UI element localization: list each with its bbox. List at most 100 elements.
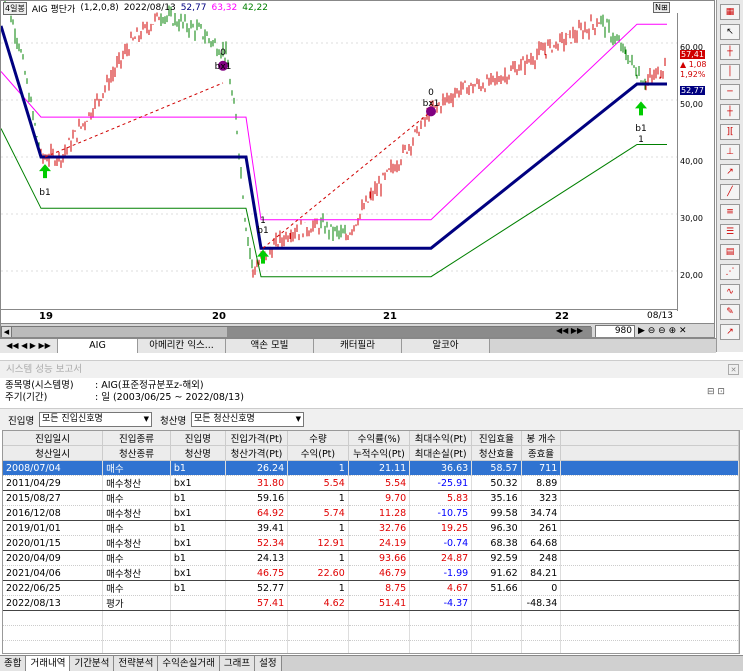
table-cell: 2020/04/09 — [3, 550, 104, 566]
chevron-down-icon: ▼ — [143, 415, 149, 423]
fan-icon[interactable]: ⋰ — [720, 264, 740, 280]
table-cell: 매수청산 — [102, 535, 171, 551]
signal-label: 1 — [638, 135, 644, 145]
report-tab[interactable]: 그래프 — [219, 656, 256, 671]
tab-nav-icons[interactable]: ◀◀ ◀ ▶ ▶▶ — [0, 339, 58, 353]
table-header-cell[interactable]: 진입효율 — [471, 431, 522, 446]
zoom-controls-icons[interactable]: ▶ ⊖ ⊖ ⊕ ✕ — [638, 326, 687, 336]
table-cell — [560, 640, 739, 653]
tab-aig[interactable]: AIG — [58, 339, 138, 353]
tab-caterpillar[interactable]: 캐터필라 — [314, 339, 402, 353]
trend-icon[interactable]: ↗ — [720, 164, 740, 180]
cross-line-icon[interactable]: ┼ — [720, 104, 740, 120]
hline-icon[interactable]: ─ — [720, 84, 740, 100]
zoom-input[interactable]: 980 — [595, 325, 635, 337]
table-row[interactable]: 2016/12/08 매수청산 bx1 64.92 5.74 11.28 -10.75 99.… — [3, 505, 739, 521]
table-row[interactable]: 2021/04/06 매수청산 bx1 46.75 22.60 46.79 -1.99 91.… — [3, 565, 739, 581]
table-cell: 2020/01/15 — [3, 535, 104, 551]
table-cell: 51.41 — [348, 595, 411, 611]
table-cell — [409, 640, 473, 653]
scroll-thumb[interactable] — [227, 327, 592, 337]
table-header-cell[interactable]: 최대수익(Pt) — [409, 431, 473, 446]
trade-table[interactable]: 진입일시 진입종류 진입명 진입가격(Pt) 수량 수익률(%) 최대수익(Pt) 진입효율 봉… — [2, 430, 740, 654]
chart-navigator-scrollbar[interactable]: ◀ — [1, 326, 592, 337]
table-header-cell[interactable]: 수익률(%) — [348, 431, 411, 446]
table-header-cell[interactable]: 청산가격(Pt) — [225, 445, 289, 461]
y-tick: 20,00 — [680, 271, 703, 280]
table-header-cell[interactable]: 진입명 — [170, 431, 226, 446]
fibo-icon[interactable]: ☰ — [720, 224, 740, 240]
table-header-cell[interactable]: 봉 개수 — [521, 431, 562, 446]
table-row[interactable]: 2011/04/29 매수청산 bx1 31.80 5.54 5.54 -25.91 50.3… — [3, 475, 739, 491]
table-cell — [3, 640, 104, 653]
report-tab[interactable]: 설정 — [255, 656, 282, 671]
table-header-cell[interactable]: 누적수익(Pt) — [348, 445, 411, 461]
report-tab[interactable]: 거래내역 — [26, 656, 71, 671]
zoom-nav-icons[interactable]: ◀◀ ▶▶ — [556, 326, 583, 335]
price-chart-pane[interactable]: 0 bx1 0 bx1 b1 b1 1 1 b1 4일봉 AIG 평단가 (1,2,0,8) 2… — [0, 0, 715, 338]
range-icon[interactable]: ⊥ — [720, 144, 740, 160]
exit-select[interactable]: 모든 청산신호명 ▼ — [191, 412, 304, 427]
table-row[interactable]: 2022/08/13 평가 57.41 4.62 51.41 -4.37 -48.34 — [3, 595, 739, 611]
tab-amex[interactable]: 아메리칸 익스... — [138, 339, 226, 353]
channel-icon[interactable]: ≡ — [720, 204, 740, 220]
lower-band-line — [1, 128, 667, 278]
trade-line — [44, 82, 224, 158]
tab-exxon[interactable]: 액손 모빌 — [226, 339, 314, 353]
cursor-icon[interactable]: ↖ — [720, 24, 740, 40]
trendline-icon[interactable]: ╱ — [720, 184, 740, 200]
chart-type-icon[interactable]: ↗ — [720, 324, 740, 340]
y-axis: 60,00 57,41 ▲ 1,08 1,92% 52,77 50,00 40,… — [677, 13, 714, 311]
table-row[interactable]: 2015/08/27 매수 b1 59.16 1 9.70 5.83 35.16 323 — [3, 490, 739, 506]
table-row[interactable]: 2020/01/15 매수청산 bx1 52.34 12.91 24.19 -0.74 68.… — [3, 535, 739, 551]
table-header-cell[interactable]: 최대손실(Pt) — [409, 445, 473, 461]
mid-line-tag: 52,77 — [680, 86, 705, 95]
scroll-left-icon[interactable]: ◀ — [2, 327, 12, 337]
table-header-cell[interactable]: 청산종류 — [102, 445, 171, 461]
table-header-cell[interactable]: 청산효율 — [471, 445, 522, 461]
chevron-down-icon: ▼ — [295, 415, 301, 423]
wave-icon[interactable]: ∿ — [720, 284, 740, 300]
table-row[interactable]: 2019/01/01 매수 b1 39.41 1 32.76 19.25 96.30 261 — [3, 520, 739, 536]
table-header-cell[interactable]: 종효율 — [521, 445, 562, 461]
chart-period-button[interactable]: 4일봉 — [3, 1, 27, 15]
table-cell: 93.66 — [348, 550, 411, 566]
window-controls-icons[interactable]: ⊟ ⊡ — [707, 386, 725, 398]
bracket-icon[interactable]: ][ — [720, 124, 740, 140]
buy-arrow-icon — [635, 101, 647, 116]
tab-alcoa[interactable]: 알코아 — [402, 339, 490, 353]
table-header-cell[interactable]: 수익(Pt) — [287, 445, 349, 461]
table-filler — [560, 595, 739, 611]
table-filler — [560, 535, 739, 551]
report-tab[interactable]: 수익손실거래 — [158, 656, 220, 671]
table-row[interactable]: 2008/07/04 매수 b1 26.24 1 21.11 36.63 58.57 711 — [3, 460, 739, 476]
table-cell — [521, 625, 562, 641]
table-cell: 64.92 — [225, 505, 289, 521]
exit-label: 청산명 — [160, 416, 187, 427]
report-tab[interactable]: 기간분석 — [70, 656, 115, 671]
price-chart-canvas[interactable]: 0bx10bx1b1b111b1 — [1, 1, 677, 309]
table-header-cell[interactable]: 청산명 — [170, 445, 226, 461]
table-cell: 1 — [287, 460, 349, 476]
gann-icon[interactable]: ▤ — [720, 244, 740, 260]
table-cell: 52.77 — [225, 580, 289, 596]
select-tool-icon[interactable]: ▦ — [720, 4, 740, 20]
report-tab[interactable]: 종합 — [0, 656, 27, 671]
chart-settings-button[interactable]: N⊞ — [653, 2, 670, 13]
delete-icon[interactable]: ✎ — [720, 304, 740, 320]
table-header-cell[interactable]: 수량 — [287, 431, 349, 446]
entry-select[interactable]: 모든 진입신호명 ▼ — [39, 412, 152, 427]
crosshair-icon[interactable]: ┼ — [720, 44, 740, 60]
table-row[interactable]: 2022/06/25 매수 b1 52.77 1 8.75 4.67 51.66 0 — [3, 580, 739, 596]
table-header-cell[interactable]: 진입가격(Pt) — [225, 431, 289, 446]
table-header-cell[interactable]: 진입일시 — [3, 431, 104, 446]
table-header-cell[interactable]: 진입종류 — [102, 431, 171, 446]
vline-icon[interactable]: │ — [720, 64, 740, 80]
close-icon[interactable]: ✕ — [728, 364, 739, 375]
report-tab[interactable]: 전략분석 — [114, 656, 159, 671]
chart-symbol-tabs: ◀◀ ◀ ▶ ▶▶ AIG 아메리칸 익스... 액손 모빌 캐터필라 알코아 — [0, 338, 716, 353]
table-header-cell[interactable]: 청산일시 — [3, 445, 104, 461]
table-header-filler — [560, 445, 739, 461]
table-row[interactable]: 2020/04/09 매수 b1 24.13 1 93.66 24.87 92.59 248 — [3, 550, 739, 566]
exit-select-value: 모든 청산신호명 — [194, 414, 255, 424]
